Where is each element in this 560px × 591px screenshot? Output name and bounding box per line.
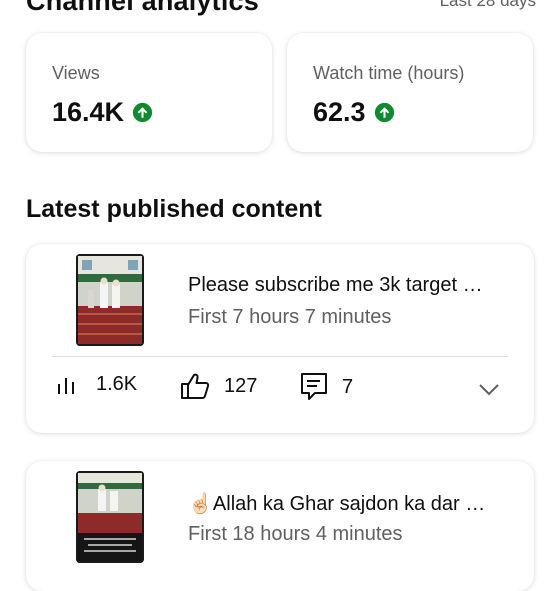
period-label[interactable]: Last 28 days (440, 0, 536, 11)
comment-icon (301, 373, 327, 400)
watch-time-label: Watch time (hours) (313, 63, 465, 83)
video-title-text: Allah ka Ghar sajdon ka dar … (212, 493, 486, 515)
mosque-thumbnail-image (76, 471, 144, 563)
video-title-text: Please subscribe me 3k target … (188, 274, 483, 296)
video-card[interactable]: ☝🏻Allah ka Ghar sajdon ka dar … First 18… (26, 461, 534, 591)
chevron-down-icon[interactable] (478, 383, 500, 397)
likes-stat: 127 (180, 372, 257, 400)
video-thumbnail[interactable] (76, 471, 144, 563)
likes-count: 127 (224, 374, 258, 397)
video-title[interactable]: ☝🏻Allah ka Ghar sajdon ka dar … (188, 491, 508, 516)
views-value: 16.4K (52, 97, 125, 127)
watch-time-card[interactable]: Watch time (hours) 62.3 (287, 33, 533, 152)
video-thumbnail[interactable] (76, 254, 144, 346)
pointing-up-emoji-icon: ☝🏻 (188, 493, 213, 515)
mosque-thumbnail-image (76, 254, 144, 346)
page-title: Channel analytics (26, 0, 259, 16)
video-subtitle: First 7 hours 7 minutes (188, 306, 392, 328)
trend-up-icon (374, 102, 394, 123)
video-subtitle: First 18 hours 4 minutes (188, 523, 403, 545)
views-label: Views (52, 63, 100, 83)
views-card[interactable]: Views 16.4K (26, 33, 272, 152)
video-card[interactable]: Please subscribe me 3k target … First 7 … (26, 244, 534, 433)
comments-stat: 7 (300, 372, 353, 402)
views-stat: 1.6K (56, 372, 137, 396)
views-count: 1.6K (96, 372, 138, 395)
latest-content-title: Latest published content (26, 195, 322, 223)
trend-up-icon (132, 102, 153, 123)
watch-time-value: 62.3 (313, 97, 366, 127)
thumbs-up-icon (181, 373, 210, 399)
divider (52, 356, 508, 357)
bar-chart-icon (58, 378, 74, 394)
video-title[interactable]: Please subscribe me 3k target … (188, 274, 508, 297)
views-value-row: 16.4K (52, 97, 153, 128)
comments-count: 7 (342, 375, 354, 398)
watch-time-value-row: 62.3 (313, 97, 395, 128)
